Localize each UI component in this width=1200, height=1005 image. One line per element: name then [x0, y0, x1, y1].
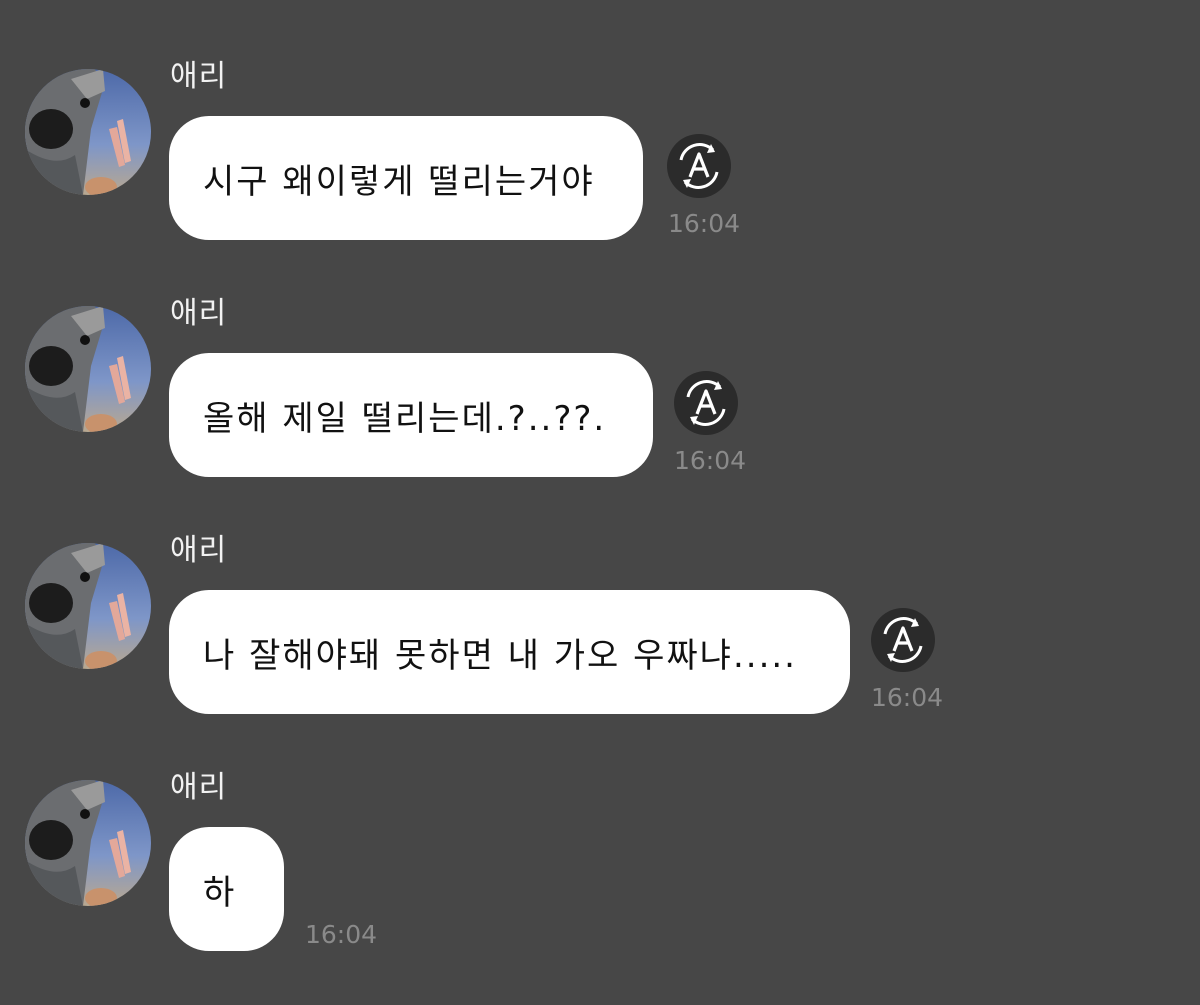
- auto-translate-icon: [686, 380, 726, 426]
- auto-translate-button[interactable]: [871, 608, 935, 672]
- avatar[interactable]: [25, 306, 151, 432]
- message-bubble[interactable]: 나 잘해야돼 못하면 내 가오 우짜냐.....: [169, 590, 850, 714]
- avatar[interactable]: [25, 780, 151, 906]
- message-timestamp: 16:04: [305, 920, 378, 949]
- auto-translate-icon: [883, 617, 923, 663]
- avatar[interactable]: [25, 543, 151, 669]
- message-text: 하: [203, 872, 237, 913]
- avatar[interactable]: [25, 69, 151, 195]
- message-text: 나 잘해야돼 못하면 내 가오 우짜냐.....: [203, 635, 797, 676]
- message-timestamp: 16:04: [674, 446, 747, 475]
- auto-translate-button[interactable]: [667, 134, 731, 198]
- auto-translate-icon: [679, 143, 719, 189]
- auto-translate-button[interactable]: [674, 371, 738, 435]
- message-text: 시구 왜이렇게 떨리는거야: [203, 161, 595, 202]
- sender-name: 애리: [170, 296, 228, 331]
- message-bubble[interactable]: 시구 왜이렇게 떨리는거야: [169, 116, 643, 240]
- message-bubble[interactable]: 하: [169, 827, 284, 951]
- message-timestamp: 16:04: [871, 683, 944, 712]
- sender-name: 애리: [170, 533, 228, 568]
- sender-name: 애리: [170, 59, 228, 94]
- message-bubble[interactable]: 올해 제일 떨리는데.?..??.: [169, 353, 653, 477]
- message-timestamp: 16:04: [668, 209, 741, 238]
- message-text: 올해 제일 떨리는데.?..??.: [203, 398, 607, 439]
- sender-name: 애리: [170, 770, 228, 805]
- chat-view: 애리 시구 왜이렇게 떨리는거야 16:04 애리 올해 제일 떨리는데.?..…: [0, 0, 1200, 1005]
